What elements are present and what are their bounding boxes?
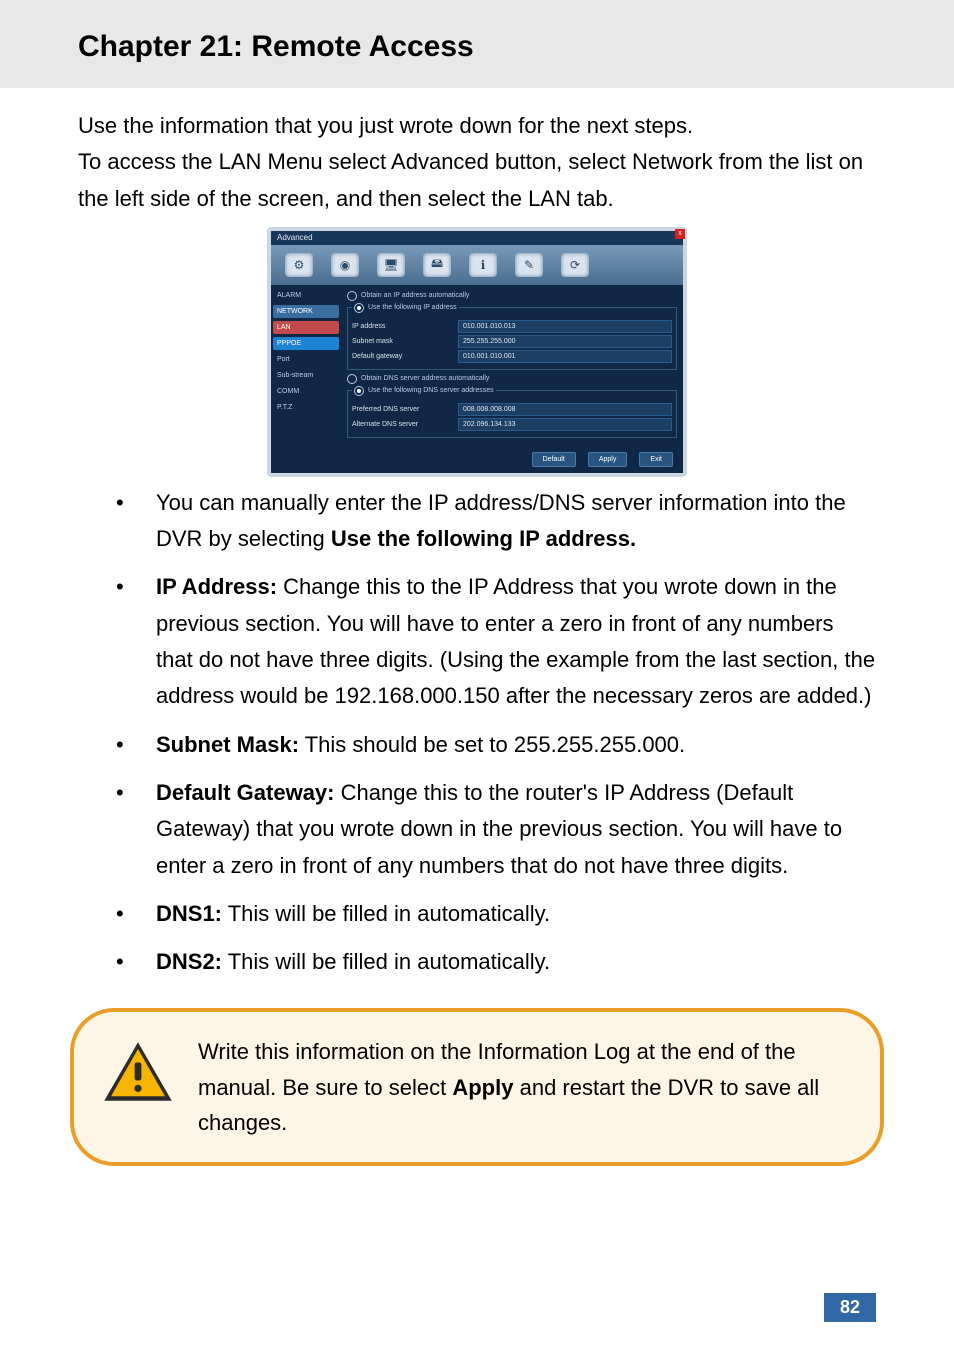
- sidebar-item-ptz[interactable]: P.T.Z: [273, 401, 339, 414]
- default-button[interactable]: Default: [532, 452, 576, 467]
- radio-use-following-ip[interactable]: Use the following IP address: [352, 303, 459, 313]
- text: This should be set to 255.255.255.000.: [299, 732, 685, 757]
- bold-label: Default Gateway:: [156, 780, 335, 805]
- dns-fieldset: Use the following DNS server addresses P…: [347, 386, 677, 438]
- sidebar-item-pppoe[interactable]: PPPOE: [273, 337, 339, 350]
- radio-icon: [347, 374, 357, 384]
- radio-obtain-dns-auto[interactable]: Obtain DNS server address automatically: [347, 374, 677, 384]
- radio-label: Use the following DNS server addresses: [368, 387, 494, 394]
- dvr-content: Obtain an IP address automatically Use t…: [341, 285, 683, 446]
- list-item: Default Gateway: Change this to the rout…: [116, 775, 876, 884]
- bold-label: DNS1:: [156, 901, 222, 926]
- intro-p1: Use the information that you just wrote …: [78, 108, 876, 144]
- row-ip-address: IP address 010.001.010.013: [352, 320, 672, 333]
- sidebar-item-network[interactable]: NETWORK: [273, 305, 339, 318]
- sidebar-item-port[interactable]: Port: [273, 353, 339, 366]
- value-ip-address[interactable]: 010.001.010.013: [458, 320, 672, 333]
- sidebar-item-comm[interactable]: COMM: [273, 385, 339, 398]
- value-alternate-dns[interactable]: 202.096.134.133: [458, 418, 672, 431]
- bold-label: Subnet Mask:: [156, 732, 299, 757]
- row-alternate-dns: Alternate DNS server 202.096.134.133: [352, 418, 672, 431]
- radio-obtain-ip-auto[interactable]: Obtain an IP address automatically: [347, 291, 677, 301]
- value-default-gateway[interactable]: 010.001.010.001: [458, 350, 672, 363]
- intro-block: Use the information that you just wrote …: [0, 88, 954, 217]
- dvr-titlebar: Advanced: [271, 231, 683, 245]
- tab-icon-4[interactable]: 🖴: [423, 253, 451, 277]
- radio-label: Obtain an IP address automatically: [361, 292, 469, 299]
- radio-icon: [354, 303, 364, 313]
- warning-callout: Write this information on the Informatio…: [70, 1008, 884, 1166]
- callout-text: Write this information on the Informatio…: [198, 1034, 852, 1140]
- dvr-sidebar: ALARM NETWORK LAN PPPOE Port Sub-stream …: [271, 285, 341, 446]
- page: Chapter 21: Remote Access Use the inform…: [0, 0, 954, 1352]
- dvr-main: ALARM NETWORK LAN PPPOE Port Sub-stream …: [271, 285, 683, 446]
- text: This will be filled in automatically.: [222, 901, 550, 926]
- bold-label: IP Address:: [156, 574, 277, 599]
- value-preferred-dns[interactable]: 008.008.008.008: [458, 403, 672, 416]
- bold-text: Apply: [452, 1075, 513, 1100]
- intro-p2: To access the LAN Menu select Advanced b…: [78, 144, 876, 217]
- tab-icon-1[interactable]: ⚙: [285, 253, 313, 277]
- warning-icon: [102, 1040, 174, 1108]
- label-default-gateway: Default gateway: [352, 353, 452, 360]
- row-default-gateway: Default gateway 010.001.010.001: [352, 350, 672, 363]
- bold-label: DNS2:: [156, 949, 222, 974]
- sidebar-item-substream[interactable]: Sub-stream: [273, 369, 339, 382]
- page-number: 82: [824, 1293, 876, 1322]
- instruction-list: You can manually enter the IP address/DN…: [0, 485, 954, 981]
- bold-text: Use the following IP address.: [331, 526, 636, 551]
- chapter-header-band: Chapter 21: Remote Access: [0, 0, 954, 88]
- label-preferred-dns: Preferred DNS server: [352, 406, 452, 413]
- row-subnet-mask: Subnet mask 255.255.255.000: [352, 335, 672, 348]
- text: This will be filled in automatically.: [222, 949, 550, 974]
- label-subnet-mask: Subnet mask: [352, 338, 452, 345]
- dvr-button-row: Default Apply Exit: [271, 446, 683, 473]
- dvr-tab-icons: ⚙ ◉ 🖥︎ 🖴 ℹ ✎ ⟳: [271, 245, 683, 285]
- radio-icon: [354, 386, 364, 396]
- chapter-title: Chapter 21: Remote Access: [78, 30, 954, 64]
- label-ip-address: IP address: [352, 323, 452, 330]
- radio-label: Use the following IP address: [368, 304, 457, 311]
- dvr-window-title: Advanced: [277, 233, 313, 242]
- value-subnet-mask[interactable]: 255.255.255.000: [458, 335, 672, 348]
- exit-button[interactable]: Exit: [639, 452, 673, 467]
- tab-icon-6[interactable]: ✎: [515, 253, 543, 277]
- label-alternate-dns: Alternate DNS server: [352, 421, 452, 428]
- radio-icon: [347, 291, 357, 301]
- tab-icon-2[interactable]: ◉: [331, 253, 359, 277]
- radio-label: Obtain DNS server address automatically: [361, 375, 489, 382]
- list-item: Subnet Mask: This should be set to 255.2…: [116, 727, 876, 763]
- dvr-advanced-window: x Advanced ⚙ ◉ 🖥︎ 🖴 ℹ ✎ ⟳ ALARM NETWORK …: [267, 227, 687, 477]
- tab-icon-3[interactable]: 🖥︎: [377, 253, 405, 277]
- embedded-screenshot: x Advanced ⚙ ◉ 🖥︎ 🖴 ℹ ✎ ⟳ ALARM NETWORK …: [267, 227, 687, 477]
- radio-use-following-dns[interactable]: Use the following DNS server addresses: [352, 386, 496, 396]
- list-item: IP Address: Change this to the IP Addres…: [116, 569, 876, 714]
- sidebar-item-alarm[interactable]: ALARM: [273, 289, 339, 302]
- close-icon[interactable]: x: [675, 229, 685, 239]
- tab-icon-5[interactable]: ℹ: [469, 253, 497, 277]
- apply-button[interactable]: Apply: [588, 452, 628, 467]
- list-item: You can manually enter the IP address/DN…: [116, 485, 876, 558]
- list-item: DNS2: This will be filled in automatical…: [116, 944, 876, 980]
- tab-icon-7[interactable]: ⟳: [561, 253, 589, 277]
- sidebar-item-lan[interactable]: LAN: [273, 321, 339, 334]
- row-preferred-dns: Preferred DNS server 008.008.008.008: [352, 403, 672, 416]
- list-item: DNS1: This will be filled in automatical…: [116, 896, 876, 932]
- ip-fieldset: Use the following IP address IP address …: [347, 303, 677, 370]
